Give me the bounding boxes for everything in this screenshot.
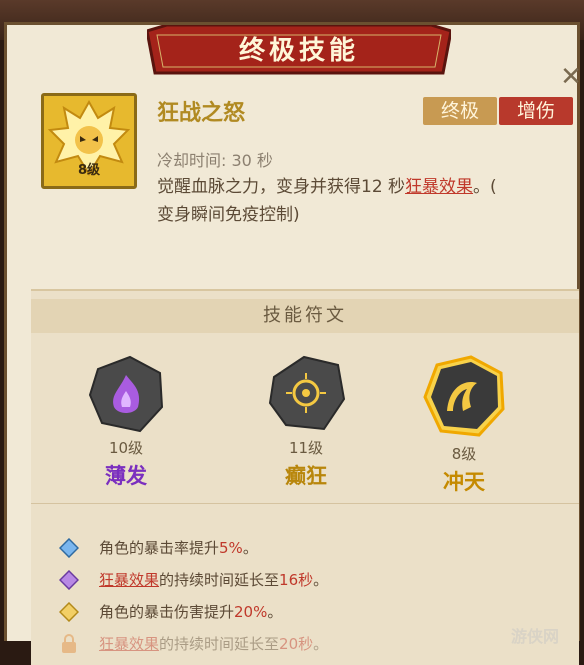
rune-level: 10级 (108, 439, 144, 457)
lock-icon (62, 634, 76, 653)
rock-wave-icon-selected (423, 355, 505, 437)
effect-row-4-locked: 狂暴效果的持续时间延长至20秒。 (59, 631, 559, 657)
rune-section-title: 技能符文 (31, 299, 579, 333)
effect-row-2: 狂暴效果的持续时间延长至16秒。 (59, 567, 559, 593)
rage-effect-link[interactable]: 狂暴效果 (405, 177, 473, 197)
desc-text-end: 。( (473, 177, 497, 197)
skill-level-badge: 8级 (77, 163, 101, 178)
section-divider (31, 503, 579, 504)
rune-item-1[interactable]: 10级 薄发 (71, 351, 181, 490)
tag-damage-boost: 增伤 (499, 97, 573, 125)
skill-icon: 8级 (41, 93, 137, 189)
desc-line2: 变身瞬间免疫控制) (157, 205, 300, 225)
close-button[interactable]: ✕ (559, 64, 583, 90)
rune-item-3[interactable]: 8级 冲天 (409, 351, 519, 496)
rune-level: 8级 (451, 445, 477, 463)
tag-ultimate: 终极 (423, 97, 497, 125)
rage-effect-link[interactable]: 狂暴效果 (99, 571, 159, 589)
rune-name: 薄发 (105, 464, 147, 488)
rune-name: 癫狂 (285, 464, 327, 488)
gold-diamond-icon (59, 602, 79, 622)
header-title: 终极技能 (238, 36, 359, 66)
cooldown-text: 冷却时间: 30 秒 (157, 151, 273, 170)
purple-diamond-icon (59, 570, 79, 590)
skill-panel: 终极技能 ✕ 8级 狂战之怒 终极 增伤 冷却时间: 30 秒 觉醒血脉之力，变… (4, 22, 583, 665)
rune-level: 11级 (288, 439, 324, 457)
rage-effect-link[interactable]: 狂暴效果 (99, 635, 159, 653)
skill-name: 狂战之怒 (157, 101, 246, 126)
rune-item-2[interactable]: 11级 癫狂 (251, 351, 361, 490)
effect-row-1: 角色的暴击率提升5%。 (59, 535, 559, 561)
rune-name: 冲天 (443, 470, 485, 494)
blue-diamond-icon (59, 538, 79, 558)
watermark: 游侠网 (511, 627, 560, 646)
desc-text: 觉醒血脉之力，变身并获得12 秒 (157, 177, 406, 197)
skill-description: 觉醒血脉之力，变身并获得12 秒狂暴效果。( 变身瞬间免疫控制) (157, 173, 577, 229)
rune-section: 技能符文 10级 薄发 11级 癫狂 8级 冲天 角色的暴击率提升5%。 狂暴效… (31, 289, 579, 665)
rock-purple-flame-icon (88, 355, 164, 433)
header-banner: 终极技能 (145, 23, 453, 79)
rock-eye-icon (268, 355, 346, 431)
effect-row-3: 角色的暴击伤害提升20%。 (59, 599, 559, 625)
